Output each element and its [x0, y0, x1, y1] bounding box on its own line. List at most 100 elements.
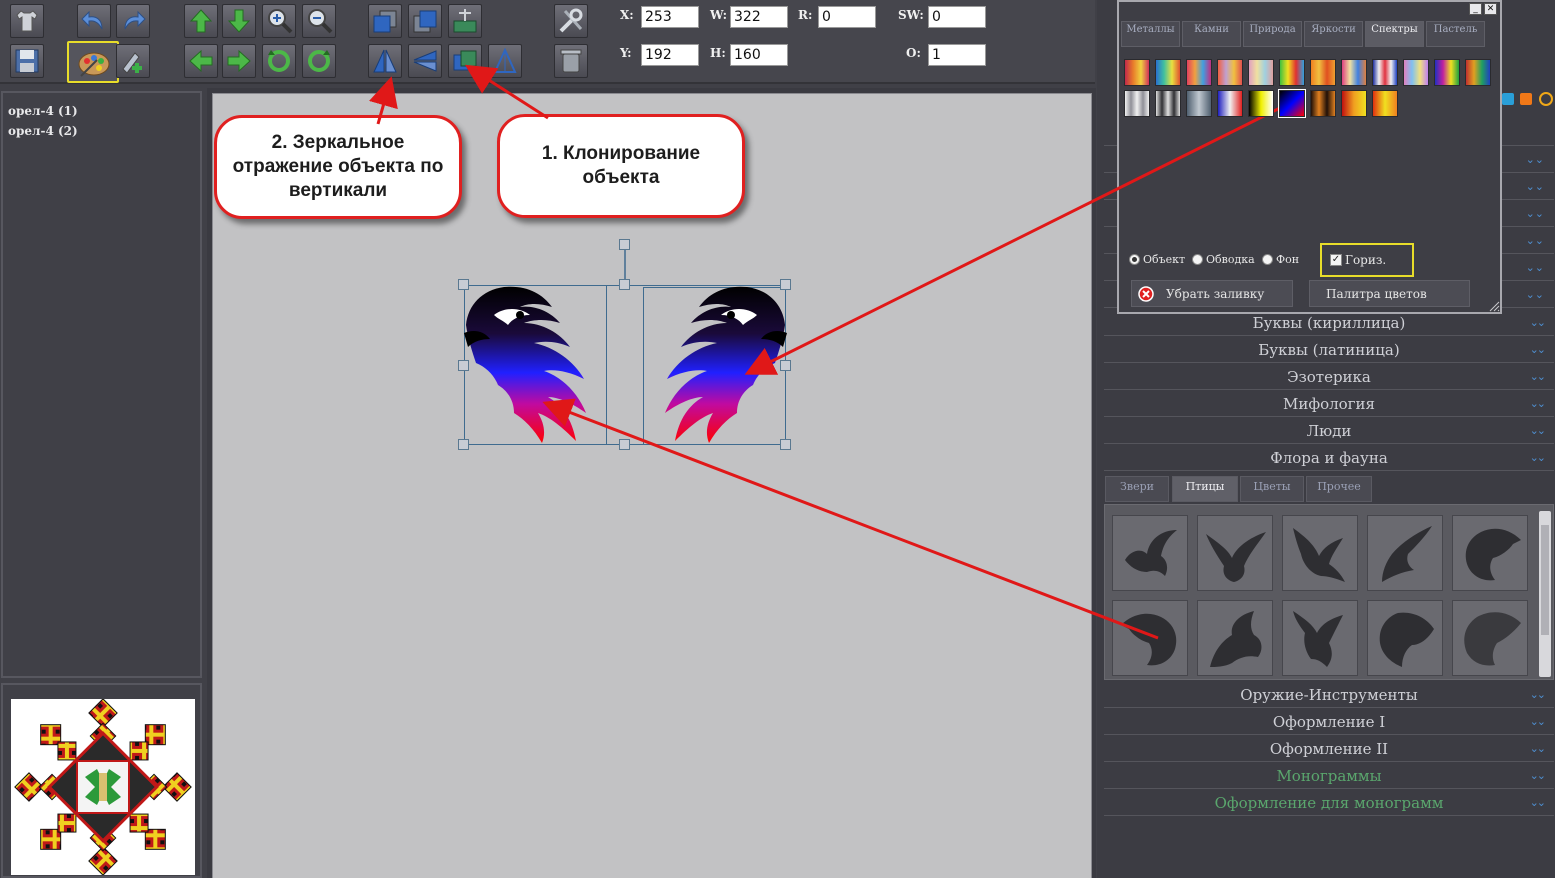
- clipart-eagle-flying[interactable]: [1282, 515, 1358, 591]
- stroke-width-field[interactable]: 0: [928, 6, 986, 28]
- bring-front-button[interactable]: [368, 4, 402, 38]
- tab-brightness[interactable]: Яркости: [1304, 21, 1363, 47]
- move-up-button[interactable]: [184, 4, 218, 38]
- category-design-1[interactable]: Оформление I ⌄⌄: [1104, 709, 1554, 735]
- checkbox-checked[interactable]: ✓: [1330, 254, 1342, 266]
- category-esoterics[interactable]: Эзотерика ⌄⌄: [1104, 364, 1554, 390]
- tab-pastel[interactable]: Пастель: [1426, 21, 1485, 47]
- gradient-swatch[interactable]: [1341, 59, 1367, 86]
- layer-item[interactable]: орел-4 (2): [8, 121, 195, 141]
- tab-metals[interactable]: Металлы: [1121, 21, 1180, 47]
- radio-button[interactable]: [1262, 254, 1273, 265]
- gradient-swatch[interactable]: [1155, 59, 1181, 86]
- gradient-swatch[interactable]: [1217, 59, 1243, 86]
- align-button[interactable]: [448, 4, 482, 38]
- gradient-swatch[interactable]: [1310, 90, 1336, 117]
- send-back-button[interactable]: [408, 4, 442, 38]
- eagle-left[interactable]: [464, 285, 609, 445]
- category-mythology[interactable]: Мифология ⌄⌄: [1104, 391, 1554, 417]
- clipart-falcon[interactable]: [1197, 600, 1273, 676]
- save-button[interactable]: [10, 44, 44, 78]
- move-down-button[interactable]: [222, 4, 256, 38]
- rotate-right-button[interactable]: [302, 44, 336, 78]
- tab-beasts[interactable]: Звери: [1105, 476, 1169, 502]
- gradient-swatch[interactable]: [1248, 59, 1274, 86]
- outline-mirror-button[interactable]: [488, 44, 522, 78]
- gradient-swatch[interactable]: [1279, 59, 1305, 86]
- category-monograms[interactable]: Монограммы ⌄⌄: [1104, 763, 1554, 789]
- clipart-eagle-head-1[interactable]: [1452, 515, 1528, 591]
- gradient-swatch[interactable]: [1248, 90, 1274, 117]
- clipart-eagle-head-selected[interactable]: [1112, 600, 1188, 676]
- tab-flowers[interactable]: Цветы: [1240, 476, 1304, 502]
- minimize-button[interactable]: _: [1469, 3, 1482, 15]
- horizontal-gradient-checkbox[interactable]: ✓ Гориз.: [1320, 243, 1414, 277]
- category-flora-fauna[interactable]: Флора и фауна ⌄⌄: [1104, 445, 1554, 471]
- clipart-swallow[interactable]: [1197, 515, 1273, 591]
- tab-spectra[interactable]: Спектры: [1365, 21, 1424, 47]
- add-image-button[interactable]: [116, 44, 150, 78]
- clipart-scrollbar[interactable]: [1539, 511, 1551, 677]
- eagle-right-mirrored[interactable]: [642, 285, 787, 445]
- clipart-dove[interactable]: [1112, 515, 1188, 591]
- gradient-swatch[interactable]: [1124, 59, 1150, 86]
- mirror-vertical-button[interactable]: [368, 44, 402, 78]
- move-left-button[interactable]: [184, 44, 218, 78]
- color-palette-button[interactable]: Палитра цветов: [1309, 280, 1470, 307]
- gradient-swatch[interactable]: [1372, 59, 1398, 86]
- clipart-eagle-head-2[interactable]: [1367, 600, 1443, 676]
- gradient-swatch[interactable]: [1124, 90, 1150, 117]
- clipart-eagle-landing[interactable]: [1282, 600, 1358, 676]
- gradient-swatch[interactable]: [1217, 90, 1243, 117]
- mirror-horizontal-button[interactable]: [408, 44, 442, 78]
- radio-button[interactable]: [1129, 254, 1140, 265]
- undo-button[interactable]: [77, 4, 111, 38]
- category-monogram-design[interactable]: Оформление для монограмм ⌄⌄: [1104, 790, 1554, 816]
- resize-handle-s[interactable]: [619, 439, 630, 450]
- radio-outline[interactable]: Обводка: [1192, 253, 1255, 266]
- category-people[interactable]: Люди ⌄⌄: [1104, 418, 1554, 444]
- clone-button[interactable]: [448, 44, 482, 78]
- tab-stones[interactable]: Камни: [1182, 21, 1241, 47]
- tab-nature[interactable]: Природа: [1243, 21, 1302, 47]
- rotation-field[interactable]: 0: [818, 6, 876, 28]
- close-button[interactable]: ✕: [1484, 3, 1497, 15]
- move-right-button[interactable]: [222, 44, 256, 78]
- category-weapons-tools[interactable]: Оружие-Инструменты ⌄⌄: [1104, 682, 1554, 708]
- redo-button[interactable]: [116, 4, 150, 38]
- zoom-in-button[interactable]: [262, 4, 296, 38]
- scrollbar-thumb[interactable]: [1541, 525, 1549, 635]
- radio-object[interactable]: Объект: [1129, 253, 1185, 266]
- category-latin-letters[interactable]: Буквы (латиница) ⌄⌄: [1104, 337, 1554, 363]
- rotation-handle[interactable]: [619, 239, 630, 250]
- layer-item[interactable]: орел-4 (1): [8, 101, 195, 121]
- zoom-out-button[interactable]: [302, 4, 336, 38]
- radio-button[interactable]: [1192, 254, 1203, 265]
- tab-birds[interactable]: Птицы: [1172, 476, 1238, 502]
- width-field[interactable]: 322: [730, 6, 788, 28]
- clipart-eagle-head-3[interactable]: [1452, 600, 1528, 676]
- tab-other[interactable]: Прочее: [1306, 476, 1372, 502]
- fill-color-button[interactable]: [67, 41, 119, 83]
- tshirt-button[interactable]: [10, 4, 44, 38]
- clipart-wing[interactable]: [1367, 515, 1443, 591]
- delete-button[interactable]: [554, 44, 588, 78]
- category-design-2[interactable]: Оформление II ⌄⌄: [1104, 736, 1554, 762]
- rotate-left-button[interactable]: [262, 44, 296, 78]
- x-field[interactable]: 253: [641, 6, 699, 28]
- gradient-swatch[interactable]: [1278, 89, 1306, 118]
- gradient-swatch[interactable]: [1465, 59, 1491, 86]
- gradient-swatch[interactable]: [1372, 90, 1398, 117]
- gradient-swatch[interactable]: [1310, 59, 1336, 86]
- tools-button[interactable]: [554, 4, 588, 38]
- opacity-field[interactable]: 1: [928, 44, 986, 66]
- radio-background[interactable]: Фон: [1262, 253, 1299, 266]
- height-field[interactable]: 160: [730, 44, 788, 66]
- gradient-swatch[interactable]: [1186, 90, 1212, 117]
- gradient-swatch[interactable]: [1434, 59, 1460, 86]
- gradient-swatch[interactable]: [1341, 90, 1367, 117]
- y-field[interactable]: 192: [641, 44, 699, 66]
- remove-fill-button[interactable]: Убрать заливку: [1131, 280, 1293, 307]
- resize-grip-icon[interactable]: [1488, 300, 1500, 312]
- gradient-swatch[interactable]: [1155, 90, 1181, 117]
